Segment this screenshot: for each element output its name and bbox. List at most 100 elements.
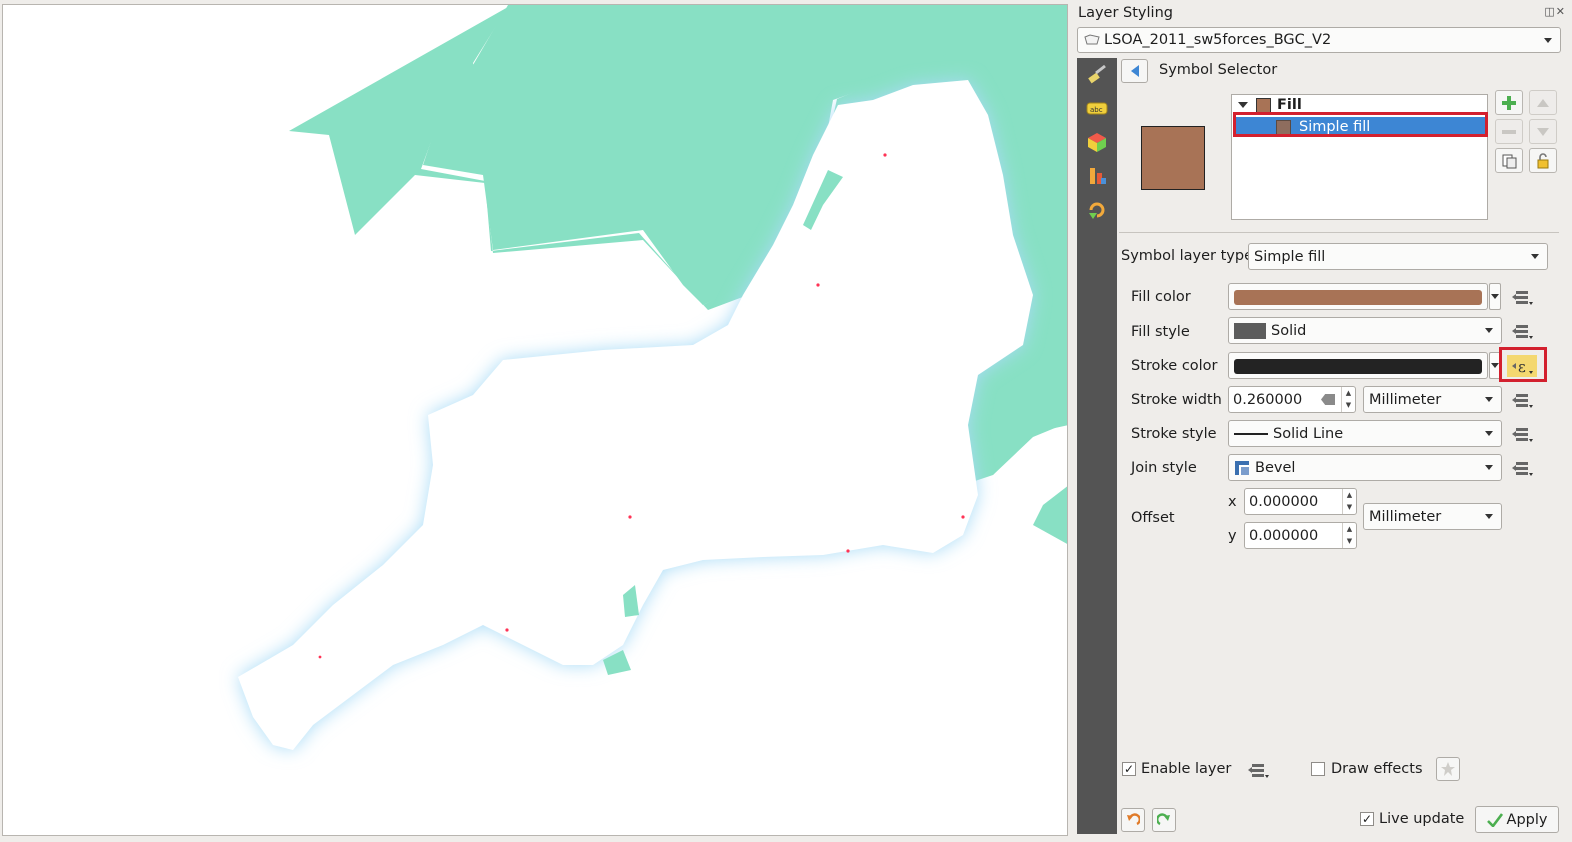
plus-icon	[1502, 95, 1516, 110]
stroke-width-unit-select[interactable]: Millimeter	[1363, 386, 1502, 413]
move-down-button[interactable]	[1529, 119, 1557, 144]
layer-select[interactable]: LSOA_2011_sw5forces_BGC_V2	[1077, 27, 1561, 53]
symbol-layer-type-value: Simple fill	[1254, 248, 1326, 265]
tree-item-fill-label: Fill	[1277, 97, 1302, 113]
bevel-join-icon	[1235, 460, 1249, 475]
symbol-layer-type-select[interactable]: Simple fill	[1248, 243, 1548, 270]
stroke-style-select[interactable]: Solid Line	[1228, 420, 1502, 447]
back-button[interactable]	[1121, 59, 1148, 83]
offset-y-input[interactable]: 0.000000 ▲ ▼	[1244, 522, 1357, 549]
apply-button[interactable]: Apply	[1475, 806, 1559, 833]
clear-icon[interactable]	[1321, 394, 1335, 405]
back-arrow-icon	[1130, 65, 1139, 77]
solid-line-icon	[1234, 432, 1268, 435]
undo-button[interactable]	[1121, 808, 1145, 832]
offset-label: Offset	[1131, 510, 1175, 526]
offset-y-label: y	[1228, 528, 1237, 544]
offset-unit-value: Millimeter	[1369, 508, 1442, 525]
map-dot	[628, 515, 632, 519]
fill-color-menu-button[interactable]	[1489, 283, 1501, 310]
stroke-width-label: Stroke width	[1131, 392, 1222, 408]
chevron-down-icon	[1544, 38, 1552, 43]
map-dot	[505, 628, 509, 632]
offset-unit-select[interactable]: Millimeter	[1363, 503, 1502, 530]
stroke-override-highlight	[1499, 347, 1547, 382]
simple-fill-highlight	[1233, 112, 1488, 137]
remove-layer-button[interactable]	[1495, 119, 1523, 144]
expand-triangle-icon[interactable]	[1238, 102, 1248, 108]
stroke-width-unit-value: Millimeter	[1369, 391, 1442, 408]
labels-icon[interactable]: abc	[1085, 96, 1109, 120]
fill-swatch-icon	[1256, 97, 1271, 113]
duplicate-icon	[1502, 154, 1517, 168]
fill-style-label: Fill style	[1131, 324, 1190, 340]
duplicate-layer-button[interactable]	[1495, 148, 1523, 173]
sea-east-polygon	[1033, 486, 1067, 544]
stroke-color-button[interactable]	[1228, 352, 1488, 379]
chevron-down-icon	[1485, 514, 1493, 519]
data-defined-override-icon[interactable]	[1507, 320, 1537, 342]
layer-styling-panel: Layer Styling ◫✕ LSOA_2011_sw5forces_BGC…	[1071, 0, 1572, 842]
fill-color-bar	[1234, 290, 1482, 305]
offset-x-label: x	[1228, 494, 1237, 510]
diagrams-icon[interactable]	[1085, 164, 1109, 188]
styling-sidebar: abc	[1077, 58, 1117, 834]
map-dot	[318, 655, 322, 659]
spin-arrows-icon[interactable]: ▲ ▼	[1341, 387, 1355, 412]
divider	[1119, 232, 1559, 233]
offset-x-value: 0.000000	[1249, 493, 1319, 510]
arrow-up-icon	[1537, 98, 1549, 107]
minus-icon	[1502, 129, 1516, 134]
fill-color-label: Fill color	[1131, 289, 1191, 305]
arrow-down-icon	[1537, 127, 1549, 136]
map-canvas[interactable]	[2, 4, 1068, 836]
svg-text:abc: abc	[1090, 106, 1103, 114]
map-dot	[846, 549, 850, 553]
undo-icon	[1127, 813, 1140, 826]
offset-y-value: 0.000000	[1249, 527, 1319, 544]
solid-pattern-icon	[1234, 322, 1266, 339]
spin-arrows-icon[interactable]: ▲ ▼	[1342, 523, 1356, 548]
stroke-width-input[interactable]: 0.260000 ▲ ▼	[1228, 386, 1356, 413]
polygon-layer-icon	[1084, 34, 1100, 45]
enable-layer-checkbox[interactable]: ✓	[1122, 762, 1136, 776]
draw-effects-label: Draw effects	[1331, 761, 1423, 777]
star-icon	[1441, 762, 1455, 776]
data-defined-override-icon[interactable]	[1507, 389, 1537, 411]
offset-x-input[interactable]: 0.000000 ▲ ▼	[1244, 488, 1357, 515]
spin-arrows-icon[interactable]: ▲ ▼	[1342, 489, 1356, 514]
enable-layer-label: Enable layer	[1141, 761, 1232, 777]
fill-color-button[interactable]	[1228, 283, 1488, 310]
map-dot	[883, 153, 887, 157]
paint-brush-icon[interactable]	[1085, 62, 1109, 86]
checkmark-icon	[1486, 812, 1503, 827]
symbol-selector-title: Symbol Selector	[1159, 62, 1278, 78]
3d-view-icon[interactable]	[1085, 130, 1109, 154]
chevron-down-icon	[1485, 465, 1493, 470]
stroke-color-bar	[1234, 359, 1482, 374]
redo-icon	[1157, 813, 1170, 826]
effects-settings-button[interactable]	[1436, 757, 1460, 781]
data-defined-override-icon[interactable]	[1507, 457, 1537, 479]
dock-buttons[interactable]: ◫✕	[1544, 5, 1566, 18]
lock-layer-button[interactable]	[1529, 148, 1557, 173]
move-up-button[interactable]	[1529, 90, 1557, 115]
draw-effects-checkbox[interactable]	[1311, 762, 1325, 776]
redo-button[interactable]	[1152, 808, 1176, 832]
chevron-down-icon	[1485, 431, 1493, 436]
live-update-checkbox[interactable]: ✓	[1360, 812, 1374, 826]
fill-style-select[interactable]: Solid	[1228, 317, 1502, 344]
data-defined-override-icon[interactable]	[1507, 423, 1537, 445]
history-icon[interactable]	[1085, 198, 1109, 222]
data-defined-override-icon[interactable]	[1507, 286, 1537, 308]
data-defined-override-icon[interactable]	[1243, 759, 1273, 781]
join-style-select[interactable]: Bevel	[1228, 454, 1502, 481]
stroke-width-value: 0.260000	[1233, 391, 1303, 408]
map-dot	[816, 283, 820, 287]
chevron-down-icon	[1485, 397, 1493, 402]
chevron-down-icon	[1485, 328, 1493, 333]
live-update-label: Live update	[1379, 811, 1465, 827]
add-layer-button[interactable]	[1495, 90, 1523, 115]
stroke-color-label: Stroke color	[1131, 358, 1218, 374]
stroke-style-value: Solid Line	[1273, 425, 1344, 442]
